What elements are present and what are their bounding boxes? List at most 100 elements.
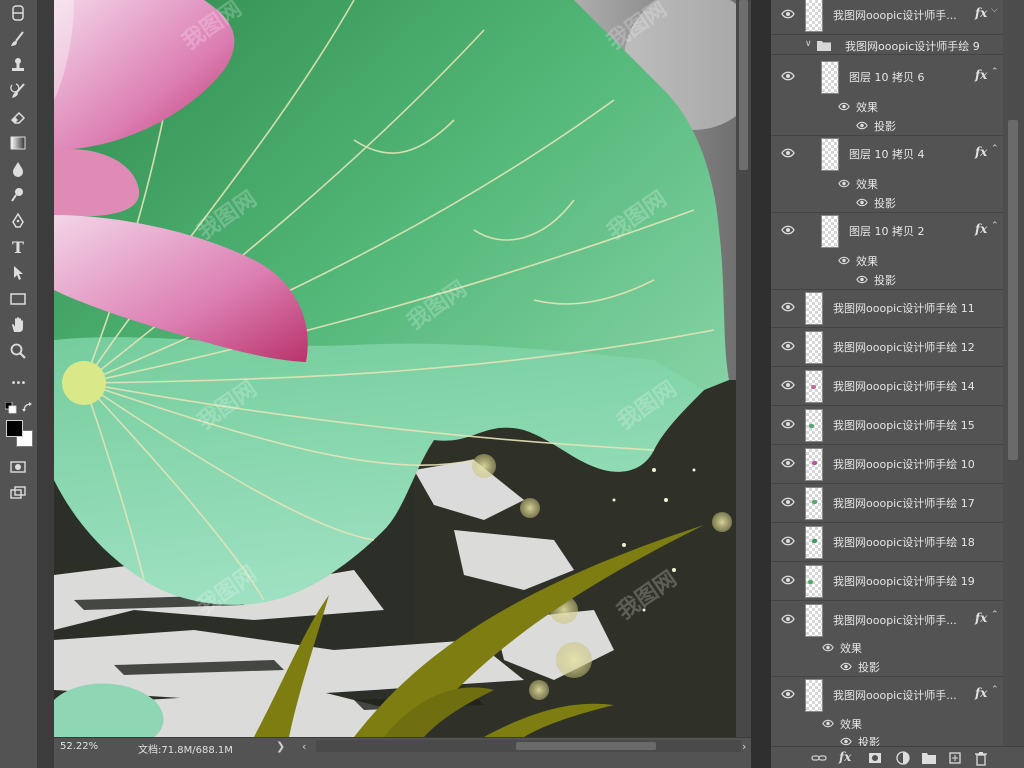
effect-row[interactable]: 投影 [771, 270, 1003, 290]
layer-name[interactable]: 我图网ooopic设计师手绘 17 [833, 495, 975, 511]
adjustment-layer-icon[interactable] [895, 750, 911, 766]
chevron-up-icon[interactable]: ⌃ [991, 610, 999, 620]
gradient-icon[interactable] [6, 132, 30, 154]
visibility-eye-icon[interactable] [781, 575, 795, 585]
layer-row[interactable]: 我图网ooopic设计师手绘 19 [771, 563, 1003, 601]
effects-row[interactable]: 效果 [771, 174, 1003, 193]
scroll-left-arrow-icon[interactable]: ‹ [302, 740, 306, 753]
fx-badge[interactable]: fx [975, 611, 987, 625]
effect-row[interactable]: 投影 [771, 657, 1003, 677]
visibility-eye-icon[interactable] [840, 662, 852, 671]
trash-icon[interactable] [973, 750, 989, 766]
layer-name[interactable]: 图层 10 拷贝 6 [849, 69, 925, 85]
visibility-eye-icon[interactable] [781, 341, 795, 351]
chevron-down-icon[interactable]: ∨ [805, 39, 812, 49]
scrollbar-thumb[interactable] [1008, 120, 1018, 460]
visibility-eye-icon[interactable] [838, 179, 850, 188]
visibility-eye-icon[interactable] [781, 71, 795, 81]
layer-row[interactable]: 图层 10 拷贝 6 fx ⌃ [771, 59, 1003, 97]
scroll-right-arrow-icon[interactable]: › [742, 740, 746, 753]
layers-scrollbar[interactable] [1003, 0, 1024, 746]
visibility-eye-icon[interactable] [822, 719, 834, 728]
layer-row[interactable]: 我图网ooopic设计师手绘 12 [771, 329, 1003, 367]
layer-row[interactable]: 图层 10 拷贝 2 fx ⌃ [771, 213, 1003, 251]
clone-stamp-icon[interactable] [6, 54, 30, 76]
layer-name[interactable]: 图层 10 拷贝 2 [849, 223, 925, 239]
visibility-eye-icon[interactable] [781, 614, 795, 624]
visibility-eye-icon[interactable] [838, 102, 850, 111]
default-colors-icon[interactable] [5, 402, 17, 414]
effects-row[interactable]: 效果 [771, 97, 1003, 116]
visibility-eye-icon[interactable] [856, 275, 868, 284]
add-layer-style-icon[interactable]: fx [839, 750, 855, 766]
path-selection-icon[interactable] [6, 262, 30, 284]
visibility-eye-icon[interactable] [781, 419, 795, 429]
visibility-eye-icon[interactable] [840, 737, 852, 746]
layer-row[interactable]: 我图网ooopic设计师手绘 17 [771, 485, 1003, 523]
layer-row[interactable]: 我图网ooopic设计师手... fx ⌃ [771, 602, 1003, 640]
visibility-eye-icon[interactable] [781, 689, 795, 699]
layer-row[interactable]: 我图网ooopic设计师手绘 18 [771, 524, 1003, 562]
layer-row[interactable]: 我图网ooopic设计师手绘 15 [771, 407, 1003, 445]
visibility-eye-icon[interactable] [781, 302, 795, 312]
visibility-eye-icon[interactable] [781, 497, 795, 507]
fx-badge[interactable]: fx [975, 686, 987, 700]
group-name[interactable]: 我图网ooopic设计师手绘 9 [845, 38, 980, 54]
effect-row[interactable]: 投影 [771, 116, 1003, 136]
layer-row[interactable]: 我图网ooopic设计师手绘 10 [771, 446, 1003, 484]
layer-group-row[interactable]: ∨ 我图网ooopic设计师手绘 9 [771, 36, 1003, 55]
quick-mask-icon[interactable] [6, 456, 30, 478]
hand-icon[interactable] [6, 314, 30, 336]
effects-row[interactable]: 效果 [771, 251, 1003, 270]
more-tools-icon[interactable]: ••• [6, 372, 30, 394]
fx-badge[interactable]: fx [975, 145, 987, 159]
swap-colors-icon[interactable] [22, 402, 34, 414]
visibility-eye-icon[interactable] [781, 458, 795, 468]
layer-row[interactable]: 我图网ooopic设计师手... fx ⌵ [771, 0, 1003, 35]
eraser-icon[interactable] [6, 106, 30, 128]
visibility-eye-icon[interactable] [781, 380, 795, 390]
layer-row[interactable]: 我图网ooopic设计师手绘 14 [771, 368, 1003, 406]
visibility-eye-icon[interactable] [838, 256, 850, 265]
layer-name[interactable]: 我图网ooopic设计师手绘 12 [833, 339, 975, 355]
brush-icon[interactable] [6, 28, 30, 50]
layer-name[interactable]: 我图网ooopic设计师手绘 14 [833, 378, 975, 394]
dodge-icon[interactable] [6, 184, 30, 206]
layer-name[interactable]: 图层 10 拷贝 4 [849, 146, 925, 162]
visibility-eye-icon[interactable] [856, 121, 868, 130]
visibility-eye-icon[interactable] [856, 198, 868, 207]
layers-list[interactable]: 我图网ooopic设计师手... fx ⌵ ∨ 我图网ooopic设计师手绘 9… [771, 0, 1003, 746]
zoom-level-field[interactable]: 52.22% [60, 741, 98, 752]
rectangle-icon[interactable] [6, 288, 30, 310]
visibility-eye-icon[interactable] [781, 536, 795, 546]
spot-healing-brush-icon[interactable] [6, 2, 30, 24]
add-mask-icon[interactable] [867, 750, 883, 766]
chevron-up-icon[interactable]: ⌃ [991, 67, 999, 77]
layer-name[interactable]: 我图网ooopic设计师手绘 15 [833, 417, 975, 433]
status-menu-arrow-icon[interactable]: ❯ [276, 740, 285, 753]
visibility-eye-icon[interactable] [781, 148, 795, 158]
layer-row[interactable]: 图层 10 拷贝 4 fx ⌃ [771, 136, 1003, 174]
layer-row[interactable]: 我图网ooopic设计师手绘 11 [771, 290, 1003, 328]
layer-name[interactable]: 我图网ooopic设计师手... [833, 612, 957, 628]
layer-name[interactable]: 我图网ooopic设计师手绘 18 [833, 534, 975, 550]
layer-row[interactable]: 我图网ooopic设计师手... fx ⌃ [771, 677, 1003, 715]
fx-badge[interactable]: fx [975, 68, 987, 82]
chevron-up-icon[interactable]: ⌃ [991, 685, 999, 695]
visibility-eye-icon[interactable] [781, 225, 795, 235]
effects-row[interactable]: 效果 [771, 638, 1003, 657]
effect-row[interactable]: 投影 [771, 732, 1003, 746]
scrollbar-thumb[interactable] [516, 742, 656, 750]
canvas-vertical-scrollbar[interactable] [736, 0, 751, 737]
effect-row[interactable]: 投影 [771, 193, 1003, 213]
visibility-eye-icon[interactable] [781, 9, 795, 19]
blur-icon[interactable] [6, 158, 30, 180]
type-icon[interactable]: T [6, 236, 30, 258]
chevron-up-icon[interactable]: ⌃ [991, 144, 999, 154]
layer-name[interactable]: 我图网ooopic设计师手... [833, 7, 957, 23]
layer-name[interactable]: 我图网ooopic设计师手绘 11 [833, 300, 975, 316]
layer-name[interactable]: 我图网ooopic设计师手绘 19 [833, 573, 975, 589]
layer-name[interactable]: 我图网ooopic设计师手绘 10 [833, 456, 975, 472]
document-canvas[interactable]: 我图网 我图网 我图网 我图网 我图网 我图网 我图网 我图网 我图网 [54, 0, 736, 737]
layer-name[interactable]: 我图网ooopic设计师手... [833, 687, 957, 703]
